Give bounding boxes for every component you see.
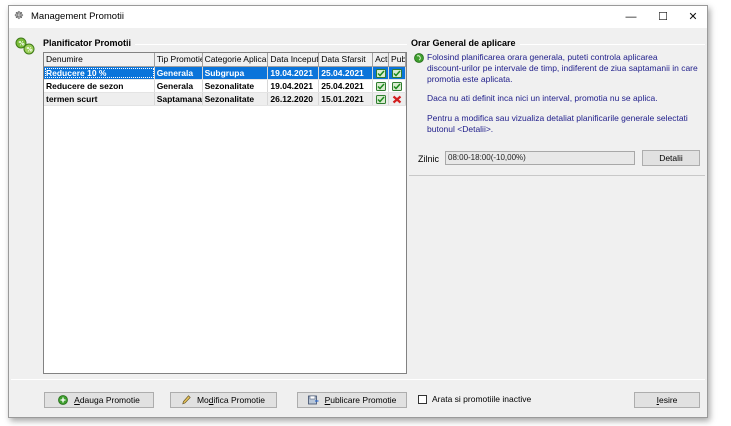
table-row[interactable]: Reducere 10 % Generala Subgrupa 19.04.20…: [44, 67, 406, 80]
info-line-1: Folosind planificarea orara generala, pu…: [427, 52, 658, 62]
column-header-publicat[interactable]: Publicat: [389, 53, 406, 66]
cell-activ[interactable]: [373, 80, 390, 92]
info-paragraph-1: Folosind planificarea orara generala, pu…: [427, 52, 702, 85]
show-inactive-label[interactable]: Arata si promotiile inactive: [432, 394, 531, 404]
cell-inceput[interactable]: 19.04.2021: [268, 80, 320, 92]
column-header-sfarsit[interactable]: Data Sfarsit: [319, 53, 374, 66]
green-check-icon: [375, 94, 386, 104]
add-icon: [58, 395, 69, 405]
green-check-icon: [392, 68, 403, 78]
add-promotion-label: Adauga Promotie: [74, 395, 140, 405]
cell-publicat[interactable]: [389, 80, 406, 92]
maximize-button[interactable]: ☐: [647, 6, 679, 28]
promotions-table[interactable]: Denumire Tip Promotie Categorie Aplicare…: [43, 52, 407, 374]
green-check-icon: [392, 81, 403, 91]
svg-text:%: %: [19, 41, 25, 48]
cell-tip[interactable]: Generala: [154, 67, 203, 79]
info-paragraph-3: Pentru a modifica sau vizualiza detaliat…: [427, 113, 702, 135]
modify-promotion-button[interactable]: Modifica Promotie: [170, 392, 277, 408]
minimize-button[interactable]: —: [615, 6, 647, 28]
cell-inceput[interactable]: 26.12.2020: [268, 93, 320, 105]
orar-title: Orar General de aplicare: [411, 38, 520, 48]
right-divider: [409, 175, 705, 176]
add-promotion-button[interactable]: Adauga Promotie: [44, 392, 154, 408]
cell-tip[interactable]: Generala: [155, 80, 203, 92]
table-row[interactable]: termen scurt Saptamanala Sezonalitate 26…: [44, 93, 406, 106]
info-globe-icon: [414, 53, 424, 63]
title-bar[interactable]: ☸ Management Promotii — ☐ ✕: [9, 6, 707, 28]
footer-separator: [11, 379, 705, 380]
cell-activ[interactable]: [373, 67, 390, 79]
main-window: ☸ Management Promotii — ☐ ✕ % % Planific…: [8, 5, 708, 418]
planificator-title: Planificator Promotii: [43, 38, 136, 48]
cell-denumire[interactable]: termen scurt: [44, 93, 155, 105]
publish-promotion-label: Publicare Promotie: [324, 395, 397, 405]
promotions-logo-icon: % %: [15, 37, 35, 55]
info-line-3: promotia este aplicata.: [427, 74, 513, 84]
green-check-icon: [375, 81, 386, 91]
cell-sfarsit[interactable]: 25.04.2021: [319, 67, 374, 79]
svg-text:%: %: [27, 47, 33, 54]
column-header-tip[interactable]: Tip Promotie: [155, 53, 203, 66]
publish-icon: [307, 395, 319, 405]
column-header-categorie[interactable]: Categorie Aplicare: [203, 53, 269, 66]
table-header: Denumire Tip Promotie Categorie Aplicare…: [44, 53, 406, 67]
cell-denumire[interactable]: Reducere 10 %: [44, 67, 155, 79]
cell-tip[interactable]: Saptamanala: [154, 93, 203, 105]
info-paragraph-2: Daca nu ati definit inca nici un interva…: [427, 93, 658, 103]
exit-button[interactable]: Iesire: [634, 392, 700, 408]
show-inactive-checkbox[interactable]: Arata si promotiile inactive: [418, 394, 531, 404]
cell-categorie[interactable]: Sezonalitate: [202, 93, 269, 105]
info-para3-line-2: butonul <Detalii>.: [427, 124, 494, 134]
window-title: Management Promotii: [31, 11, 124, 22]
cell-publicat[interactable]: [389, 67, 406, 79]
column-header-inceput[interactable]: Data Inceput: [268, 53, 320, 66]
column-header-denumire[interactable]: Denumire: [44, 53, 155, 66]
show-inactive-checkbox-box[interactable]: [418, 394, 427, 404]
zilnic-schedule-field: 08:00-18:00(-10,00%): [445, 151, 635, 165]
pencil-icon: [182, 395, 191, 405]
detalii-button[interactable]: Detalii: [642, 150, 700, 166]
cell-sfarsit[interactable]: 25.04.2021: [319, 80, 374, 92]
cell-denumire[interactable]: Reducere de sezon: [44, 80, 155, 92]
cell-sfarsit[interactable]: 15.01.2021: [319, 93, 374, 105]
zilnic-label: Zilnic: [418, 154, 440, 164]
publish-promotion-button[interactable]: Publicare Promotie: [297, 392, 407, 408]
cell-categorie[interactable]: Sezonalitate: [203, 80, 269, 92]
cell-activ[interactable]: [373, 93, 390, 105]
cell-categorie[interactable]: Subgrupa: [202, 67, 269, 79]
table-row[interactable]: Reducere de sezon Generala Sezonalitate …: [44, 80, 406, 93]
column-header-activ[interactable]: Activ: [373, 53, 390, 66]
info-line-2: discount-urilor pe intervale de timp, in…: [427, 63, 698, 73]
close-button[interactable]: ✕: [677, 6, 707, 28]
modify-promotion-label: Modifica Promotie: [196, 395, 266, 405]
cell-inceput[interactable]: 19.04.2021: [268, 67, 320, 79]
app-icon: ☸: [14, 10, 24, 22]
green-check-icon: [375, 68, 386, 78]
info-para3-line-1: Pentru a modifica sau vizualiza detaliat…: [427, 113, 688, 123]
red-x-icon: [392, 95, 402, 103]
exit-label: Iesire: [656, 395, 678, 405]
cell-publicat[interactable]: [389, 93, 406, 105]
